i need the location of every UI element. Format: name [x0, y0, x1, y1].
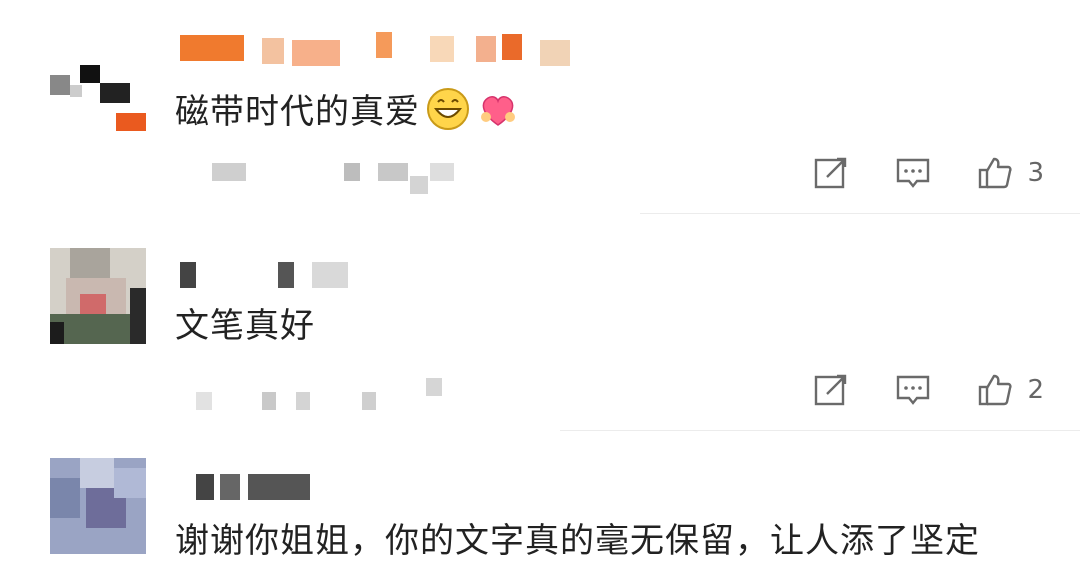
avatar[interactable]: [50, 458, 146, 554]
comment-text: 谢谢你姐姐，你的文字真的毫无保留，让人添了坚定: [175, 513, 980, 562]
comment-text-content: 谢谢你姐姐，你的文字真的毫无保留，让人添了坚定: [175, 521, 980, 561]
comment-item: 谢谢你姐姐，你的文字真的毫无保留，让人添了坚定: [0, 0, 1080, 561]
